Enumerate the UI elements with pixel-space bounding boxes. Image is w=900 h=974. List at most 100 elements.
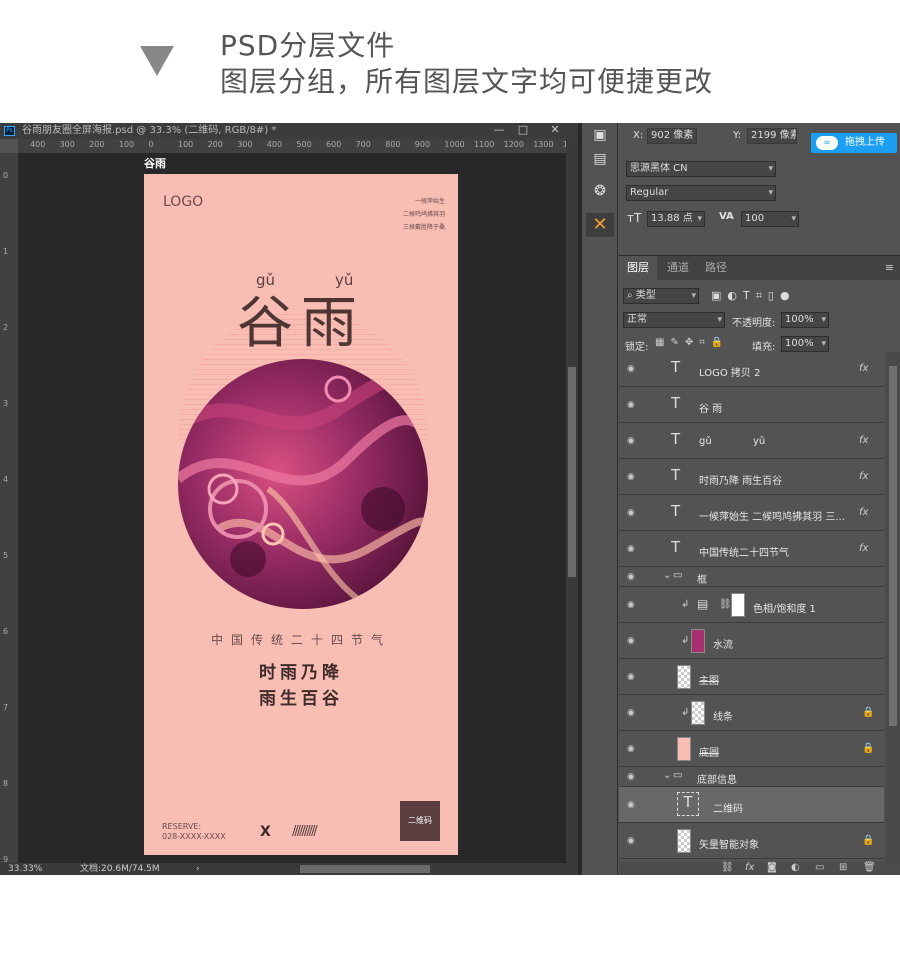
poster-logo: LOGO <box>163 194 204 210</box>
eye-icon[interactable]: ◉ <box>627 572 637 582</box>
layer-row[interactable]: ◉ T 谷 雨 <box>619 387 884 423</box>
layer-group-row[interactable]: ◉ ⌄ ▭ 底部信息 <box>619 767 884 787</box>
eye-icon[interactable]: ◉ <box>627 364 637 374</box>
layer-name: 中国传统二十四节气 <box>699 548 789 559</box>
upload-button[interactable]: ∞ 拖拽上传 <box>811 133 897 153</box>
new-layer-icon[interactable]: ⊞ <box>839 862 847 873</box>
layer-group-row[interactable]: ◉ ⌄ ▭ 框 <box>619 567 884 587</box>
layer-row[interactable]: ◉ T 时雨乃降 雨生百谷 fx <box>619 459 884 495</box>
layer-row[interactable]: ◉ T 一候萍始生 二候鸣鸠拂其羽 三... fx <box>619 495 884 531</box>
folder-icon: ▭ <box>673 770 683 781</box>
poster-artboard[interactable]: LOGO 一候萍始生 二候鸣鸠拂其羽 三候戴胜降于桑 gǔ yǔ 谷雨 中国传统… <box>144 174 458 855</box>
layers-scrollbar[interactable] <box>885 352 900 862</box>
tab-channels[interactable]: 通道 <box>659 256 697 280</box>
zoom-level[interactable]: 33.33% <box>8 863 42 875</box>
minimize-button[interactable]: — <box>488 123 510 137</box>
chevron-down-icon[interactable]: ⌄ <box>663 770 671 781</box>
eye-icon[interactable]: ◉ <box>627 672 637 682</box>
ruler-tick: 2 <box>3 323 9 332</box>
eye-icon[interactable]: ◉ <box>627 436 637 446</box>
text-layer-icon: T <box>677 792 699 816</box>
ruler-tick: 100 <box>118 140 135 149</box>
tab-paths[interactable]: 路径 <box>697 256 735 280</box>
layers-tabs: 图层 通道 路径 ≡ <box>619 256 900 280</box>
layer-row[interactable]: ◉ 主图 <box>619 659 884 695</box>
blend-mode-value: 正常 <box>627 314 647 325</box>
eye-icon[interactable]: ◉ <box>627 836 637 846</box>
layer-row[interactable]: ◉ 矢量智能对象 🔒 <box>619 823 884 859</box>
poster-poem-line: 二候鸣鸠拂其羽 <box>402 211 445 218</box>
eye-icon[interactable]: ◉ <box>627 744 637 754</box>
layer-row-selected[interactable]: ◉ T 二维码 <box>619 787 884 823</box>
font-size-select[interactable]: 13.88 点 ▾ <box>647 211 705 227</box>
chevron-down-icon[interactable]: ⌄ <box>663 570 671 581</box>
x-field[interactable]: 902 像素 <box>647 128 697 144</box>
font-family-select[interactable]: 思源黑体 CN ▾ <box>626 161 776 177</box>
add-style-icon[interactable]: fx <box>745 862 754 873</box>
layer-row[interactable]: ◉ ↲ 水流 <box>619 623 884 659</box>
layer-row[interactable]: ◉ T gǔ yǔ fx <box>619 423 884 459</box>
new-group-icon[interactable]: ▭ <box>815 862 824 873</box>
ruler-tick: 7 <box>3 703 9 712</box>
layer-row[interactable]: ◉ ↲ 线条 🔒 <box>619 695 884 731</box>
filter-icons[interactable]: ▣◐T⌗▯● <box>711 289 796 303</box>
maximize-button[interactable]: □ <box>512 123 534 137</box>
document-title: 谷雨朋友圈全屏海报.psd @ 33.3% (二维码, RGB/8#) * <box>22 125 277 136</box>
layer-list: ◉ T LOGO 拷贝 2 fx ◉ T 谷 雨 ◉ T gǔ yǔ fx ◉ … <box>619 352 884 862</box>
eye-icon[interactable]: ◉ <box>627 636 637 646</box>
fx-icon[interactable]: fx <box>859 543 868 554</box>
delete-layer-icon[interactable]: 🗑 <box>863 862 876 873</box>
x-label: X: <box>633 130 644 141</box>
eye-icon[interactable]: ◉ <box>627 472 637 482</box>
horizontal-scroll-thumb[interactable] <box>300 865 430 873</box>
folder-icon: ▭ <box>673 570 683 581</box>
close-button[interactable]: ✕ <box>544 123 566 137</box>
fx-icon[interactable]: fx <box>859 363 868 374</box>
search-icon: ⌕ <box>627 290 636 301</box>
clip-arrow-icon: ↲ <box>681 707 690 718</box>
eye-icon[interactable]: ◉ <box>627 400 637 410</box>
poster-pinyin: gǔ <box>256 271 276 289</box>
canvas[interactable]: 谷雨 LOGO 一候萍始生 二候鸣鸠拂其羽 三候戴胜降于桑 gǔ yǔ 谷雨 中… <box>18 153 566 863</box>
eye-icon[interactable]: ◉ <box>627 708 637 718</box>
info-icon[interactable]: ▤ <box>586 147 614 171</box>
ruler-tick: 1000 <box>444 140 465 149</box>
eye-icon[interactable]: ◉ <box>627 544 637 554</box>
eye-icon[interactable]: ◉ <box>627 600 637 610</box>
tools-cross-icon[interactable]: ✕ <box>586 213 614 237</box>
font-style-select[interactable]: Regular ▾ <box>626 185 776 201</box>
text-layer-icon: T <box>671 430 681 448</box>
blend-mode-select[interactable]: 正常 ▾ <box>623 312 725 328</box>
layer-row[interactable]: ◉ T 中国传统二十四节气 fx <box>619 531 884 567</box>
fx-icon[interactable]: fx <box>859 435 868 446</box>
layer-row[interactable]: ◉ ↲ ▤ ⛓ 色相/饱和度 1 <box>619 587 884 623</box>
fx-icon[interactable]: fx <box>859 507 868 518</box>
brush-settings-icon[interactable]: ❂ <box>586 179 614 203</box>
tracking-select[interactable]: 100 ▾ <box>741 211 799 227</box>
link-layers-icon[interactable]: ⛓ <box>721 862 734 873</box>
layer-row[interactable]: ◉ T LOGO 拷贝 2 fx <box>619 352 884 387</box>
scroll-thumb[interactable] <box>889 366 897 726</box>
scroll-thumb[interactable] <box>568 367 576 577</box>
status-arrow-icon[interactable]: › <box>196 863 200 875</box>
text-layer-icon: T <box>671 502 681 520</box>
fx-icon[interactable]: fx <box>859 471 868 482</box>
new-adjustment-icon[interactable]: ◐ <box>791 862 800 873</box>
fill-field[interactable]: 100% ▾ <box>781 336 829 352</box>
adjustment-icon: ▤ <box>697 597 709 611</box>
tab-layers[interactable]: 图层 <box>619 256 657 280</box>
chevron-down-icon: ▾ <box>791 214 796 224</box>
layer-row[interactable]: ◉ 底圆 🔒 <box>619 731 884 767</box>
history-icon[interactable]: ▣ <box>586 123 614 147</box>
eye-icon[interactable]: ◉ <box>627 772 637 782</box>
panel-menu-icon[interactable]: ≡ <box>885 261 894 274</box>
opacity-field[interactable]: 100% ▾ <box>781 312 829 328</box>
layer-filter-select[interactable]: ⌕ 类型 ▾ <box>623 288 699 304</box>
eye-icon[interactable]: ◉ <box>627 508 637 518</box>
canvas-vertical-scrollbar[interactable] <box>566 139 578 863</box>
chevron-down-icon: ▾ <box>768 164 773 174</box>
add-mask-icon[interactable]: ◙ <box>767 862 777 873</box>
y-field[interactable]: 2199 像素 <box>747 128 797 144</box>
eye-icon[interactable]: ◉ <box>627 800 637 810</box>
lock-icons[interactable]: ▦✎✥⌗🔒 <box>655 337 729 348</box>
